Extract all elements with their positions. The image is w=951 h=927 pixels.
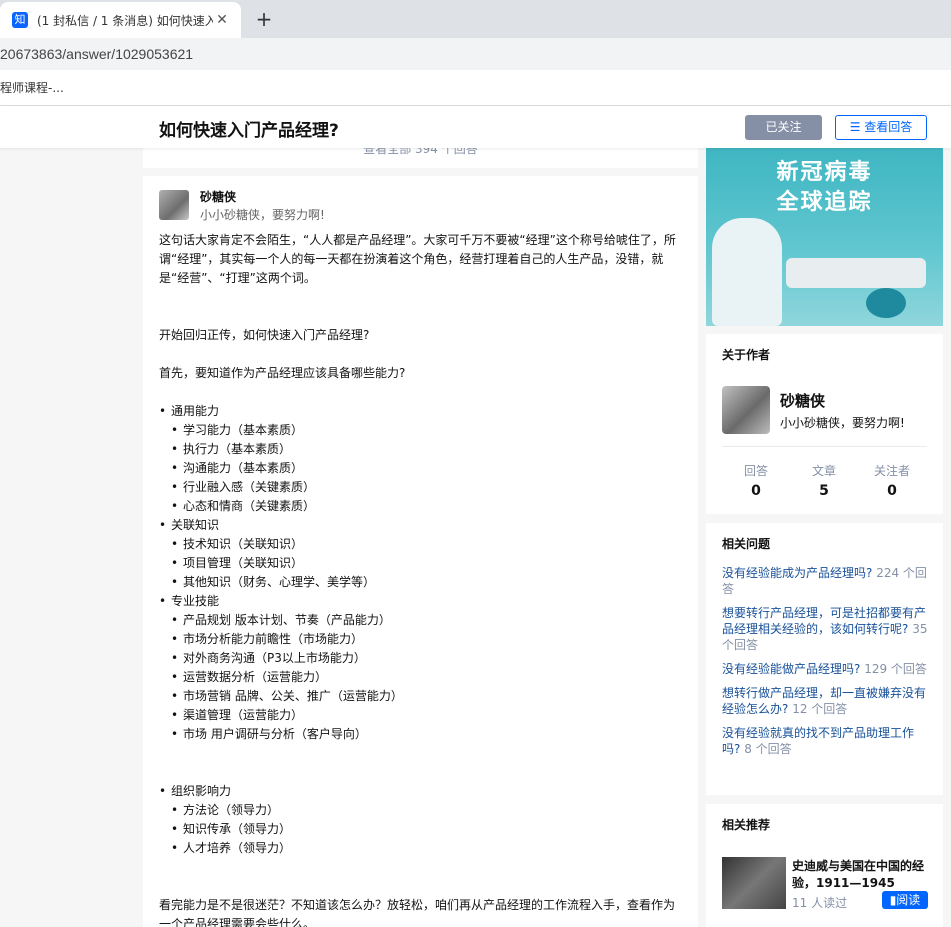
related-question[interactable]: 想要转行产品经理，可是社招都要有产品经理相关经验的，该如何转行呢? 35 个回答 [722, 605, 930, 653]
read-button[interactable]: ▮阅读 [882, 891, 928, 909]
answer-count: 129 个回答 [864, 662, 927, 676]
zhihu-favicon-icon: 知 [12, 12, 28, 28]
avatar[interactable] [159, 190, 189, 220]
address-bar[interactable]: 20673863/answer/1029053621 [0, 38, 951, 70]
answer-paragraph: 开始回归正传，如何快速入门产品经理? [159, 328, 370, 342]
list-item: 知识传承（领导力） [159, 820, 679, 839]
related-question[interactable]: 想转行做产品经理，却一直被嫌弃没有经验怎么办? 12 个回答 [722, 685, 930, 717]
browser-tab-bar: 知 (1 封私信 / 1 条消息) 如何快速入门产品经理？ ✕ + [0, 0, 951, 38]
list-item: 组织影响力 [159, 782, 679, 801]
list-item: 人才培养（领导力） [159, 839, 679, 858]
answer-card: 砂糖侠 小小砂糖侠，要努力啊! 这句话大家肯定不会陌生，“人人都是产品经理”。大… [143, 176, 698, 927]
banner-line: 全球追踪 [776, 190, 873, 215]
answer-paragraph: 首先，要知道作为产品经理应该具备哪些能力? [159, 366, 406, 380]
ability-sublist: 学习能力（基本素质） 执行力（基本素质） 沟通能力（基本素质） 行业融入感（关键… [159, 421, 679, 516]
answer-content: 这句话大家肯定不会陌生，“人人都是产品经理”。大家可千万不要被“经理”这个称号给… [159, 231, 679, 927]
list-item: 技术知识（关联知识） [159, 535, 679, 554]
list-item: 专业技能 [159, 592, 679, 611]
list-item: 市场 用户调研与分析（客户导向） [159, 725, 679, 744]
stat-value: 0 [887, 483, 897, 499]
list-item: 方法论（领导力） [159, 801, 679, 820]
banner-line: 新冠病毒 [776, 160, 873, 185]
list-item: 对外商务沟通（P3以上市场能力） [159, 649, 679, 668]
bookmark-item[interactable]: 程师课程-... [0, 79, 64, 96]
ability-sublist: 技术知识（关联知识） 项目管理（关联知识） 其他知识（财务、心理学、美学等） [159, 535, 679, 592]
stat-followers[interactable]: 关注者 0 [858, 462, 926, 499]
list-item: 沟通能力（基本素质） [159, 459, 679, 478]
list-item: 学习能力（基本素质） [159, 421, 679, 440]
stat-label: 文章 [811, 464, 836, 478]
list-item: 关联知识 [159, 516, 679, 535]
readers-count: 11 人读过 [792, 896, 848, 910]
tab-title: (1 封私信 / 1 条消息) 如何快速入门产品经理？ [37, 13, 213, 28]
virus-icon [866, 288, 906, 318]
bookmarks-bar: 程师课程-... [0, 70, 951, 106]
divider [722, 446, 927, 447]
new-tab-button[interactable]: + [253, 8, 275, 30]
question-header: 如何快速入门产品经理? 已关注 ☰ 查看回答 [0, 106, 951, 148]
close-icon[interactable]: ✕ [213, 12, 231, 28]
card-title: 相关问题 [722, 537, 771, 551]
answer-paragraph: 看完能力是不是很迷茫？不知道该怎么办？放轻松，咱们再从产品经理的工作流程入手，查… [159, 898, 676, 927]
ability-list: 通用能力 [159, 402, 679, 421]
related-list: 没有经验能成为产品经理吗? 224 个回答 想要转行产品经理，可是社招都要有产品… [722, 565, 930, 765]
about-author-card: 关于作者 砂糖侠 小小砂糖侠，要努力啊! 回答 0 文章 5 关注者 0 [706, 334, 943, 514]
recommend-card: 相关推荐 史迪威与美国在中国的经验，1911—1945 11 人读过 ▮阅读 [706, 804, 943, 927]
list-item: 项目管理（关联知识） [159, 554, 679, 573]
ability-list: 关联知识 [159, 516, 679, 535]
read-label: 阅读 [896, 893, 921, 907]
card-title: 相关推荐 [722, 818, 771, 832]
list-item: 其他知识（财务、心理学、美学等） [159, 573, 679, 592]
stat-value: 5 [819, 483, 829, 499]
answer-count: 12 个回答 [792, 702, 848, 716]
view-answers-button[interactable]: ☰ 查看回答 [835, 115, 927, 140]
related-question-link[interactable]: 没有经验能成为产品经理吗? [722, 566, 872, 580]
author-name[interactable]: 砂糖侠 [780, 390, 825, 411]
list-item: 心态和情商（关键素质） [159, 497, 679, 516]
answer-paragraph: 这句话大家肯定不会陌生，“人人都是产品经理”。大家可千万不要被“经理”这个称号给… [159, 233, 676, 285]
banner-title: 新冠病毒 全球追踪 [706, 158, 943, 218]
list-item: 通用能力 [159, 402, 679, 421]
related-question-link[interactable]: 没有经验能做产品经理吗? [722, 662, 860, 676]
covid-banner[interactable]: 新冠病毒 全球追踪 [706, 148, 943, 326]
ability-sublist: 产品规划 版本计划、节奏（产品能力） 市场分析能力前瞻性（市场能力） 对外商务沟… [159, 611, 679, 744]
stat-label: 回答 [743, 464, 768, 478]
related-question[interactable]: 没有经验就真的找不到产品助理工作吗? 8 个回答 [722, 725, 930, 757]
related-question[interactable]: 没有经验能做产品经理吗? 129 个回答 [722, 661, 930, 677]
list-item: 产品规划 版本计划、节奏（产品能力） [159, 611, 679, 630]
stat-articles[interactable]: 文章 5 [790, 462, 858, 499]
author-bio: 小小砂糖侠，要努力啊! [200, 208, 325, 222]
answer-count: 8 个回答 [744, 742, 792, 756]
list-item: 渠道管理（运营能力） [159, 706, 679, 725]
related-question[interactable]: 没有经验能成为产品经理吗? 224 个回答 [722, 565, 930, 597]
book-title[interactable]: 史迪威与美国在中国的经验，1911—1945 [792, 858, 932, 892]
ability-sublist: 方法论（领导力） 知识传承（领导力） 人才培养（领导力） [159, 801, 679, 858]
stat-answers[interactable]: 回答 0 [722, 462, 790, 499]
ability-list: 专业技能 [159, 592, 679, 611]
list-item: 运营数据分析（运营能力） [159, 668, 679, 687]
stat-value: 0 [751, 483, 761, 499]
banner-illustration [786, 258, 926, 288]
ability-list: 组织影响力 [159, 782, 679, 801]
list-item: 市场分析能力前瞻性（市场能力） [159, 630, 679, 649]
list-item: 执行力（基本素质） [159, 440, 679, 459]
view-answers-label: 查看回答 [864, 120, 913, 134]
list-icon: ☰ [849, 120, 865, 134]
related-question-link[interactable]: 想要转行产品经理，可是社招都要有产品经理相关经验的，该如何转行呢? [722, 606, 926, 636]
question-title: 如何快速入门产品经理? [159, 121, 339, 141]
author-bio: 小小砂糖侠，要努力啊! [780, 416, 905, 430]
followed-button[interactable]: 已关注 [745, 115, 822, 140]
book-cover[interactable] [722, 857, 786, 909]
url-text[interactable]: 20673863/answer/1029053621 [0, 46, 193, 62]
author-name[interactable]: 砂糖侠 [200, 188, 236, 205]
card-title: 关于作者 [722, 348, 771, 362]
browser-tab[interactable]: 知 (1 封私信 / 1 条消息) 如何快速入门产品经理？ ✕ [0, 2, 241, 38]
list-item: 行业融入感（关键素质） [159, 478, 679, 497]
avatar[interactable] [722, 386, 770, 434]
list-item: 市场营销 品牌、公关、推广（运营能力） [159, 687, 679, 706]
banner-illustration [712, 218, 782, 326]
stat-label: 关注者 [873, 464, 910, 478]
related-questions-card: 相关问题 没有经验能成为产品经理吗? 224 个回答 想要转行产品经理，可是社招… [706, 523, 943, 795]
